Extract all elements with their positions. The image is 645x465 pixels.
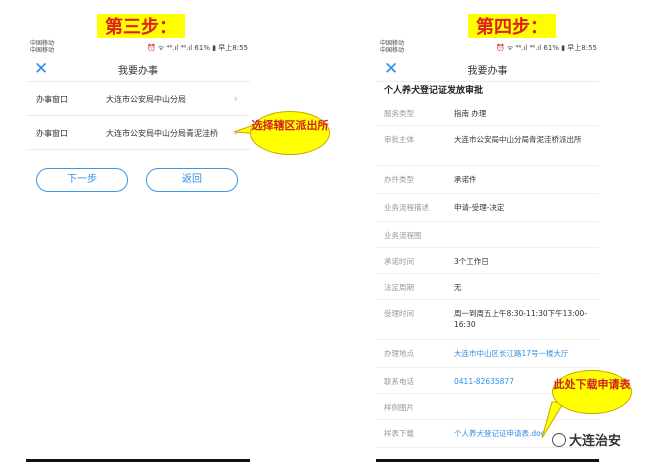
carrier-info: 中国移动 中国移动: [380, 40, 404, 54]
detail-row-process-desc: 业务流程描述 申请-受理-决定: [376, 194, 599, 222]
detail-label: 承诺时间: [384, 257, 414, 266]
carrier-name-1: 中国移动: [30, 40, 55, 47]
detail-value[interactable]: 指南 办理: [454, 108, 593, 119]
detail-row-legal-period: 法定周期 无: [376, 274, 599, 300]
detail-row-process-chart: 业务流程图: [376, 222, 599, 248]
detail-label: 法定周期: [384, 283, 414, 292]
service-title: 个人养犬登记证发放审批: [384, 86, 484, 96]
status-bar: 中国移动 中国移动 ⏰ ᯤ ⁴⁶.ıl ⁴⁶.ıl 61% ▮ 早上8:55: [376, 38, 599, 58]
carrier-name-1: 中国移动: [380, 40, 405, 47]
detail-row-service-type: 服务类型 指南 办理: [376, 100, 599, 126]
detail-value: 无: [454, 283, 462, 292]
back-button[interactable]: 返回: [146, 168, 238, 192]
detail-row-case-type: 办件类型 承诺件: [376, 166, 599, 194]
detail-value: 承诺件: [454, 175, 477, 184]
nav-bar: ✕ 我要办事: [376, 58, 599, 82]
bottom-divider: [26, 459, 250, 462]
chevron-right-icon: ›: [233, 92, 238, 105]
status-indicators: ⏰ ᯤ ⁴⁶.ıl ⁴⁶.ıl 61% ▮ 早上8:55: [495, 44, 597, 52]
callout-download-form: 此处下载申请表: [552, 370, 632, 414]
detail-label: 办件类型: [384, 175, 414, 184]
office-label: 办事窗口: [36, 129, 68, 138]
detail-label: 样表下载: [384, 429, 414, 438]
carrier-info: 中国移动 中国移动: [30, 40, 54, 54]
page-title: 我要办事: [467, 66, 508, 77]
bottom-divider: [376, 459, 599, 462]
detail-label: 服务类型: [384, 109, 414, 118]
office-label: 办事窗口: [36, 95, 68, 104]
carrier-name-2: 中国移动: [30, 47, 55, 54]
location-link[interactable]: 大连市中山区长江路17号一楼大厅: [454, 348, 593, 359]
status-indicators: ⏰ ᯤ ⁴⁶.ıl ⁴⁶.ıl 61% ▮ 早上8:55: [146, 44, 248, 52]
office-row-2[interactable]: 办事窗口 大连市公安局中山分局青泥洼桥 ›: [26, 116, 250, 150]
detail-value: 3个工作日: [454, 257, 489, 266]
detail-row-approval-body: 审批主体 大连市公安局中山分局青泥洼桥派出所: [376, 126, 599, 166]
detail-value: 大连市公安局中山分局青泥洼桥派出所: [454, 135, 582, 144]
watermark-text: 大连治安: [568, 434, 621, 449]
detail-label: 样例图片: [384, 403, 414, 412]
detail-label: 业务流程描述: [384, 203, 429, 212]
detail-value: 申请-受理-决定: [454, 203, 505, 212]
detail-label: 联系电话: [384, 377, 414, 386]
callout-select-station: 选择辖区派出所: [250, 111, 330, 155]
detail-label: 业务流程图: [384, 231, 422, 240]
office-row-1[interactable]: 办事窗口 大连市公安局中山分局 ›: [26, 82, 250, 116]
office-value: 大连市公安局中山分局青泥洼桥: [106, 129, 218, 138]
detail-value: 周一到周五上午8:30-11:30下午13:00-16:30: [454, 309, 587, 329]
next-step-button[interactable]: 下一步: [36, 168, 128, 192]
phone-screen-step-three: 中国移动 中国移动 ⏰ ᯤ ⁴⁶.ıl ⁴⁶.ıl 61% ▮ 早上8:55 ✕…: [26, 38, 250, 462]
office-value: 大连市公安局中山分局: [106, 95, 186, 104]
page-title: 我要办事: [118, 66, 158, 77]
detail-row-location: 办理地点 大连市中山区长江路17号一楼大厅: [376, 340, 599, 368]
watermark-logo-icon: [551, 433, 566, 447]
status-bar: 中国移动 中国移动 ⏰ ᯤ ⁴⁶.ıl ⁴⁶.ıl 61% ▮ 早上8:55: [26, 38, 250, 58]
detail-label: 审批主体: [384, 135, 414, 144]
watermark: 大连治安: [551, 430, 621, 449]
nav-bar: ✕ 我要办事: [26, 58, 250, 82]
detail-row-accept-time: 受理时间 周一到周五上午8:30-11:30下午13:00-16:30: [376, 300, 599, 340]
carrier-name-2: 中国移动: [380, 47, 405, 54]
detail-label: 受理时间: [384, 309, 414, 318]
detail-label: 办理地点: [384, 349, 414, 358]
detail-row-promise-time: 承诺时间 3个工作日: [376, 248, 599, 274]
